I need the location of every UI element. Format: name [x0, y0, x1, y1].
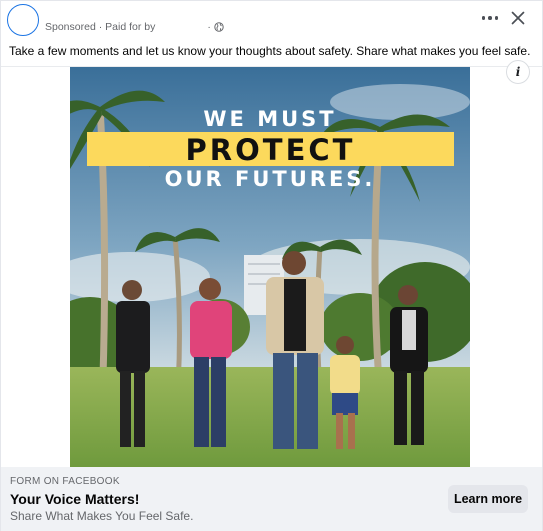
- paid-for-label: Paid for by: [105, 21, 156, 33]
- info-icon[interactable]: i: [506, 60, 530, 84]
- footer-title[interactable]: Your Voice Matters!: [10, 491, 139, 507]
- ad-headline-line1: WE MUST: [203, 107, 337, 131]
- footer-subtitle: Share What Makes You Feel Safe.: [10, 509, 194, 523]
- sponsored-label[interactable]: Sponsored: [45, 21, 96, 33]
- ad-headline-line2: PROTECT: [185, 133, 356, 167]
- post-caption: Take a few moments and let us know your …: [9, 44, 531, 58]
- ad-image[interactable]: WE MUST PROTECT OUR FUTURES.: [70, 67, 470, 467]
- sponsored-post-card: Sponsored · Paid for by · Take a few mom…: [0, 0, 543, 531]
- post-meta: Sponsored · Paid for by ·: [45, 21, 224, 33]
- more-options-icon[interactable]: [479, 7, 501, 29]
- ad-headline-line3: OUR FUTURES.: [164, 167, 376, 191]
- close-icon[interactable]: [507, 7, 529, 29]
- ad-footer[interactable]: FORM ON FACEBOOK Your Voice Matters! Sha…: [1, 467, 542, 531]
- learn-more-button[interactable]: Learn more: [448, 485, 528, 513]
- post-header: Sponsored · Paid for by ·: [1, 1, 542, 39]
- footer-label: FORM ON FACEBOOK: [10, 476, 120, 487]
- meta-separator-2: ·: [207, 21, 211, 33]
- globe-icon: [214, 22, 224, 32]
- avatar[interactable]: [7, 4, 39, 36]
